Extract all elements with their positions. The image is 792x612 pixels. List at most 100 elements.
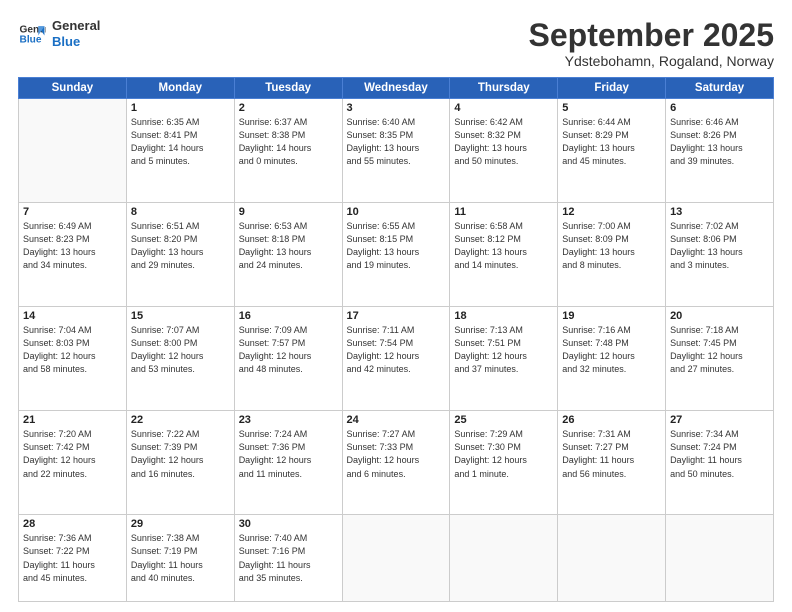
day-info: Sunrise: 6:49 AM Sunset: 8:23 PM Dayligh… xyxy=(23,220,122,272)
calendar-cell: 28 Sunrise: 7:36 AM Sunset: 7:22 PM Dayli… xyxy=(19,515,127,602)
calendar-cell: 6 Sunrise: 6:46 AM Sunset: 8:26 PM Daylig… xyxy=(666,99,774,203)
logo-icon: General Blue xyxy=(18,20,46,48)
calendar-cell xyxy=(450,515,558,602)
calendar-cell: 4Sunrise: 6:42 AM Sunset: 8:32 PM Daylig… xyxy=(450,99,558,203)
calendar-table: SundayMondayTuesdayWednesdayThursdayFrid… xyxy=(18,77,774,602)
calendar-cell: 1 Sunrise: 6:35 AM Sunset: 8:41 PM Daylig… xyxy=(126,99,234,203)
calendar-cell: 16 Sunrise: 7:09 AM Sunset: 7:57 PM Dayli… xyxy=(234,307,342,411)
calendar-cell: 21 Sunrise: 7:20 AM Sunset: 7:42 PM Dayli… xyxy=(19,411,127,515)
calendar-week-3: 14Sunrise: 7:04 AM Sunset: 8:03 PM Dayli… xyxy=(19,307,774,411)
day-number: 11 xyxy=(454,206,553,218)
day-number: 28 xyxy=(23,518,122,530)
day-info: Sunrise: 7:34 AM Sunset: 7:24 PM Dayligh… xyxy=(670,428,769,480)
svg-text:Blue: Blue xyxy=(20,34,42,45)
day-number: 2 xyxy=(239,102,338,114)
calendar-cell: 20Sunrise: 7:18 AM Sunset: 7:45 PM Dayli… xyxy=(666,307,774,411)
day-number: 13 xyxy=(670,206,769,218)
calendar-cell: 18 Sunrise: 7:13 AM Sunset: 7:51 PM Dayli… xyxy=(450,307,558,411)
calendar-cell: 27 Sunrise: 7:34 AM Sunset: 7:24 PM Dayli… xyxy=(666,411,774,515)
day-info: Sunrise: 6:53 AM Sunset: 8:18 PM Dayligh… xyxy=(239,220,338,272)
day-number: 8 xyxy=(131,206,230,218)
calendar-cell: 23 Sunrise: 7:24 AM Sunset: 7:36 PM Dayli… xyxy=(234,411,342,515)
day-info: Sunrise: 6:44 AM Sunset: 8:29 PM Dayligh… xyxy=(562,116,661,168)
calendar-cell xyxy=(342,515,450,602)
calendar-cell: 22 Sunrise: 7:22 AM Sunset: 7:39 PM Dayli… xyxy=(126,411,234,515)
day-number: 17 xyxy=(347,310,446,322)
day-number: 29 xyxy=(131,518,230,530)
day-info: Sunrise: 7:29 AM Sunset: 7:30 PM Dayligh… xyxy=(454,428,553,480)
subtitle: Ydstebohamn, Rogaland, Norway xyxy=(529,53,774,69)
day-number: 22 xyxy=(131,414,230,426)
day-number: 19 xyxy=(562,310,661,322)
weekday-header-thursday: Thursday xyxy=(450,78,558,99)
calendar-week-1: 1 Sunrise: 6:35 AM Sunset: 8:41 PM Daylig… xyxy=(19,99,774,203)
weekday-header-sunday: Sunday xyxy=(19,78,127,99)
day-number: 24 xyxy=(347,414,446,426)
day-info: Sunrise: 7:20 AM Sunset: 7:42 PM Dayligh… xyxy=(23,428,122,480)
calendar-cell: 2Sunrise: 6:37 AM Sunset: 8:38 PM Daylig… xyxy=(234,99,342,203)
day-number: 6 xyxy=(670,102,769,114)
day-info: Sunrise: 7:22 AM Sunset: 7:39 PM Dayligh… xyxy=(131,428,230,480)
day-info: Sunrise: 6:51 AM Sunset: 8:20 PM Dayligh… xyxy=(131,220,230,272)
day-number: 1 xyxy=(131,102,230,114)
calendar-cell xyxy=(666,515,774,602)
weekday-header-saturday: Saturday xyxy=(666,78,774,99)
day-info: Sunrise: 6:55 AM Sunset: 8:15 PM Dayligh… xyxy=(347,220,446,272)
page: General Blue General Blue September 2025… xyxy=(0,0,792,612)
logo: General Blue General Blue xyxy=(18,18,100,49)
calendar-cell xyxy=(558,515,666,602)
day-info: Sunrise: 7:00 AM Sunset: 8:09 PM Dayligh… xyxy=(562,220,661,272)
day-number: 26 xyxy=(562,414,661,426)
day-info: Sunrise: 6:35 AM Sunset: 8:41 PM Dayligh… xyxy=(131,116,230,168)
day-info: Sunrise: 7:16 AM Sunset: 7:48 PM Dayligh… xyxy=(562,324,661,376)
weekday-header-tuesday: Tuesday xyxy=(234,78,342,99)
calendar-week-2: 7 Sunrise: 6:49 AM Sunset: 8:23 PM Daylig… xyxy=(19,203,774,307)
day-info: Sunrise: 7:40 AM Sunset: 7:16 PM Dayligh… xyxy=(239,532,338,584)
day-info: Sunrise: 7:02 AM Sunset: 8:06 PM Dayligh… xyxy=(670,220,769,272)
calendar-cell: 5Sunrise: 6:44 AM Sunset: 8:29 PM Daylig… xyxy=(558,99,666,203)
calendar-cell: 11 Sunrise: 6:58 AM Sunset: 8:12 PM Dayli… xyxy=(450,203,558,307)
calendar-cell: 9Sunrise: 6:53 AM Sunset: 8:18 PM Daylig… xyxy=(234,203,342,307)
day-number: 25 xyxy=(454,414,553,426)
calendar-cell: 10 Sunrise: 6:55 AM Sunset: 8:15 PM Dayli… xyxy=(342,203,450,307)
logo-text-general: General xyxy=(52,18,100,34)
day-info: Sunrise: 7:27 AM Sunset: 7:33 PM Dayligh… xyxy=(347,428,446,480)
weekday-header-row: SundayMondayTuesdayWednesdayThursdayFrid… xyxy=(19,78,774,99)
day-number: 3 xyxy=(347,102,446,114)
calendar-week-4: 21 Sunrise: 7:20 AM Sunset: 7:42 PM Dayli… xyxy=(19,411,774,515)
day-info: Sunrise: 6:42 AM Sunset: 8:32 PM Dayligh… xyxy=(454,116,553,168)
day-number: 7 xyxy=(23,206,122,218)
day-info: Sunrise: 7:09 AM Sunset: 7:57 PM Dayligh… xyxy=(239,324,338,376)
calendar-cell: 8 Sunrise: 6:51 AM Sunset: 8:20 PM Daylig… xyxy=(126,203,234,307)
day-info: Sunrise: 7:24 AM Sunset: 7:36 PM Dayligh… xyxy=(239,428,338,480)
calendar-cell: 25 Sunrise: 7:29 AM Sunset: 7:30 PM Dayli… xyxy=(450,411,558,515)
header: General Blue General Blue September 2025… xyxy=(18,18,774,69)
day-number: 27 xyxy=(670,414,769,426)
title-block: September 2025 Ydstebohamn, Rogaland, No… xyxy=(529,18,774,69)
day-info: Sunrise: 7:36 AM Sunset: 7:22 PM Dayligh… xyxy=(23,532,122,584)
logo-text-blue: Blue xyxy=(52,34,100,50)
day-number: 30 xyxy=(239,518,338,530)
weekday-header-monday: Monday xyxy=(126,78,234,99)
day-info: Sunrise: 6:58 AM Sunset: 8:12 PM Dayligh… xyxy=(454,220,553,272)
month-title: September 2025 xyxy=(529,18,774,53)
calendar-cell: 17Sunrise: 7:11 AM Sunset: 7:54 PM Dayli… xyxy=(342,307,450,411)
day-info: Sunrise: 7:38 AM Sunset: 7:19 PM Dayligh… xyxy=(131,532,230,584)
calendar-cell xyxy=(19,99,127,203)
calendar-cell: 26Sunrise: 7:31 AM Sunset: 7:27 PM Dayli… xyxy=(558,411,666,515)
day-info: Sunrise: 7:07 AM Sunset: 8:00 PM Dayligh… xyxy=(131,324,230,376)
day-number: 23 xyxy=(239,414,338,426)
day-info: Sunrise: 6:46 AM Sunset: 8:26 PM Dayligh… xyxy=(670,116,769,168)
calendar-cell: 13 Sunrise: 7:02 AM Sunset: 8:06 PM Dayli… xyxy=(666,203,774,307)
day-info: Sunrise: 7:13 AM Sunset: 7:51 PM Dayligh… xyxy=(454,324,553,376)
calendar-week-5: 28 Sunrise: 7:36 AM Sunset: 7:22 PM Dayli… xyxy=(19,515,774,602)
weekday-header-friday: Friday xyxy=(558,78,666,99)
day-info: Sunrise: 7:18 AM Sunset: 7:45 PM Dayligh… xyxy=(670,324,769,376)
day-number: 18 xyxy=(454,310,553,322)
day-number: 16 xyxy=(239,310,338,322)
calendar-cell: 30 Sunrise: 7:40 AM Sunset: 7:16 PM Dayli… xyxy=(234,515,342,602)
calendar-cell: 3Sunrise: 6:40 AM Sunset: 8:35 PM Daylig… xyxy=(342,99,450,203)
calendar-cell: 14Sunrise: 7:04 AM Sunset: 8:03 PM Dayli… xyxy=(19,307,127,411)
day-number: 10 xyxy=(347,206,446,218)
day-number: 21 xyxy=(23,414,122,426)
